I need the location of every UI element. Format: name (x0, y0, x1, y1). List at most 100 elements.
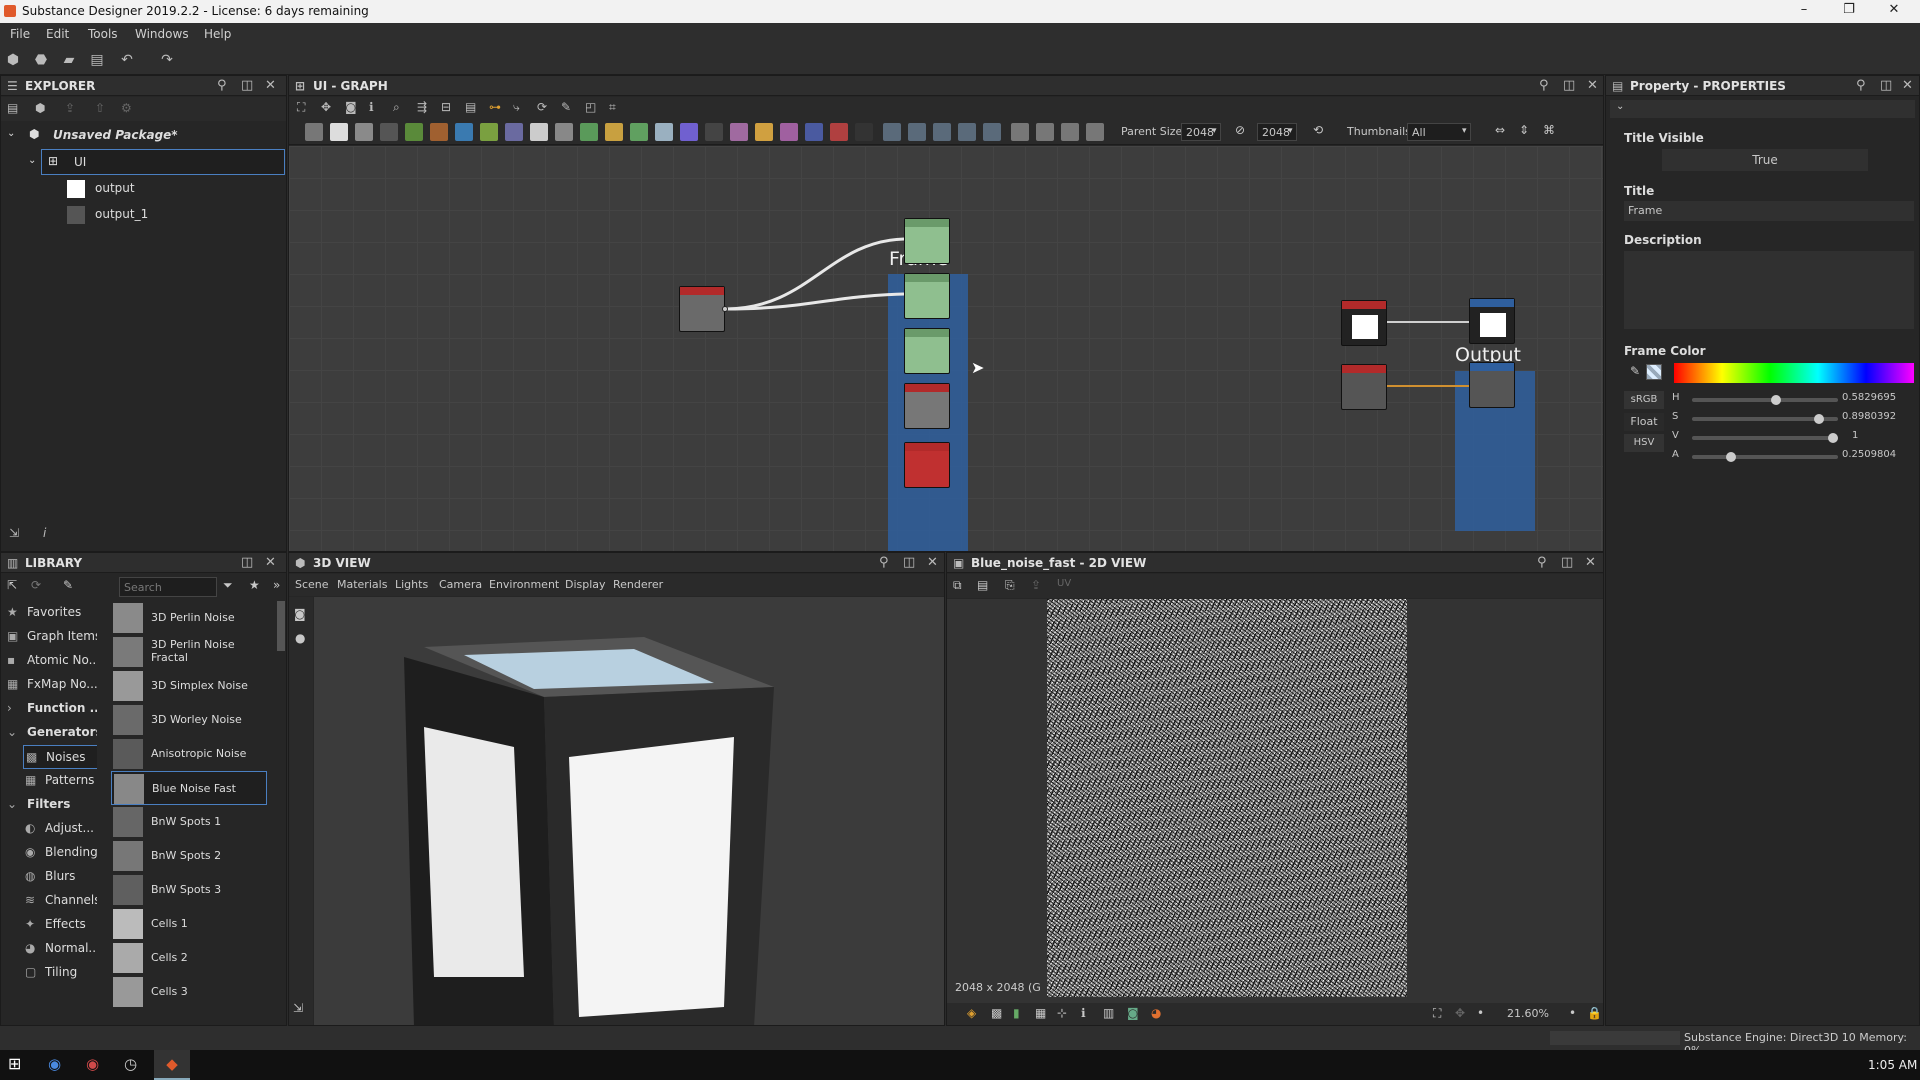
gradient-map-icon[interactable] (605, 123, 623, 141)
library-search-input[interactable]: Search (119, 577, 217, 597)
compact-icon[interactable]: ⇔ (1495, 123, 1505, 137)
menu-renderer[interactable]: Renderer (613, 578, 663, 591)
substance-taskbar-icon[interactable]: ◆ (154, 1050, 190, 1080)
channel-s-value[interactable]: 0.8980392 (1842, 411, 1896, 422)
vertical-icon[interactable]: ⇕ (1519, 123, 1529, 137)
uniform-color-node[interactable] (1341, 364, 1387, 410)
graph-canvas[interactable]: Frame Output ➤ (289, 146, 1603, 551)
rotate-icon[interactable]: ⟳ (537, 100, 547, 114)
menu-edit[interactable]: Edit (46, 27, 69, 41)
library-item[interactable]: BnW Spots 3 (111, 873, 267, 907)
library-item[interactable]: Cells 1 (111, 907, 267, 941)
blend-icon[interactable] (430, 123, 448, 141)
fxmap-icon[interactable] (908, 123, 926, 141)
levels-node-3[interactable] (904, 328, 950, 374)
output-1-node[interactable] (1469, 362, 1515, 408)
chrome-icon[interactable]: ◉ (48, 1055, 61, 1073)
warp-icon[interactable] (505, 123, 523, 141)
save-package-icon[interactable]: ▤ (7, 101, 18, 115)
curve-icon[interactable] (405, 123, 423, 141)
menu-environment[interactable]: Environment (489, 578, 559, 591)
windows-start-icon[interactable]: ⊞ (8, 1054, 21, 1073)
filter-icon[interactable]: ⏷ (223, 578, 233, 593)
shape-node[interactable] (1341, 300, 1387, 346)
library-category[interactable]: ◍ Blurs (23, 865, 97, 889)
color-icon[interactable] (680, 123, 698, 141)
close-panel-icon[interactable]: ✕ (265, 78, 276, 93)
library-item[interactable]: 3D Perlin Noise Fractal (111, 635, 267, 669)
hue-spectrum[interactable] (1674, 363, 1914, 383)
more-icon[interactable]: » (273, 578, 280, 592)
edit-icon[interactable]: ✎ (63, 578, 73, 592)
new-graph-small-icon[interactable]: ⬢ (35, 101, 45, 115)
transform-icon[interactable] (380, 123, 398, 141)
library-category[interactable]: ▣ Graph Items (5, 625, 97, 649)
library-item[interactable]: 3D Simplex Noise (111, 669, 267, 703)
library-category[interactable]: ⌄ Filters (5, 793, 95, 817)
screenshot-icon[interactable]: ◙ (345, 100, 357, 114)
snap-icon[interactable]: ⌘ (1543, 123, 1555, 137)
hsv-button[interactable]: HSV (1624, 434, 1664, 452)
blue-noise-node-2[interactable] (904, 383, 950, 429)
lock-icon[interactable]: 🔒 (1587, 1006, 1602, 1020)
channel-v-knob[interactable] (1828, 433, 1838, 443)
channel-h-knob[interactable] (1770, 395, 1781, 405)
export-node-icon[interactable] (1061, 123, 1079, 141)
export-icon[interactable]: ⇪ (65, 101, 75, 115)
tree-item-output[interactable]: output (65, 176, 285, 202)
normal-icon[interactable] (455, 123, 473, 141)
menu-tools[interactable]: Tools (88, 27, 118, 41)
menu-display[interactable]: Display (565, 578, 606, 591)
connect-icon[interactable]: ⤷ (513, 100, 520, 115)
library-category[interactable]: ≋ Channels (23, 889, 97, 913)
library-category[interactable]: ▦ Patterns (23, 769, 97, 793)
menu-file[interactable]: File (10, 27, 30, 41)
open-folder-icon[interactable]: ▰ (60, 51, 78, 69)
binary-icon[interactable] (855, 123, 873, 141)
expand-icon[interactable]: ⌄ (28, 155, 36, 166)
text-icon[interactable] (780, 123, 798, 141)
channel-v-slider[interactable] (1692, 433, 1838, 443)
reset-size-icon[interactable]: ⟲ (1313, 123, 1323, 137)
close-panel-icon[interactable]: ✕ (927, 555, 938, 570)
title-visible-toggle[interactable]: True (1662, 149, 1868, 171)
library-item[interactable]: BnW Spots 1 (111, 805, 267, 839)
library-category[interactable]: ◉ Blending (23, 841, 97, 865)
close-panel-icon[interactable]: ✕ (1902, 78, 1913, 93)
copy-icon[interactable]: ⧉ (953, 578, 962, 593)
library-category[interactable]: ★ Favorites (5, 601, 95, 625)
properties-collapse[interactable]: ⌄ (1610, 100, 1915, 118)
minimize-button[interactable]: – (1784, 2, 1824, 20)
library-item[interactable]: Cells 3 (111, 975, 267, 1009)
view2d-viewport[interactable]: 2048 x 2048 (G (947, 599, 1603, 1003)
maximize-button[interactable]: ❐ (1829, 2, 1869, 20)
share-icon[interactable]: ⇪ (1031, 578, 1041, 592)
zoom-level[interactable]: 21.60% (1507, 1007, 1549, 1020)
input-icon[interactable] (933, 123, 951, 141)
library-scrollbar[interactable] (277, 601, 285, 651)
menu-materials[interactable]: Materials (337, 578, 387, 591)
float-icon[interactable]: ◫ (241, 78, 253, 93)
save-icon[interactable]: ▤ (88, 51, 106, 69)
info-icon[interactable]: i (43, 526, 46, 540)
expand-icon[interactable]: ⌄ (7, 128, 15, 139)
settings-icon[interactable]: ⚙ (121, 101, 132, 115)
color-picker-icon[interactable]: ◙ (1127, 1006, 1139, 1020)
library-item[interactable]: 3D Perlin Noise (111, 601, 267, 635)
comment-node-icon[interactable] (1011, 123, 1029, 141)
float-icon[interactable]: ◫ (903, 555, 915, 570)
fit-icon[interactable]: ⛶ (1433, 1006, 1441, 1021)
browser-icon[interactable]: ◉ (86, 1055, 99, 1073)
tree-item-output-1[interactable]: output_1 (65, 202, 285, 228)
output-port[interactable] (722, 306, 728, 312)
redo-icon[interactable]: ↷ (158, 51, 176, 69)
pan-icon[interactable]: ✥ (1455, 1006, 1465, 1020)
search-icon[interactable]: ⌕ (393, 100, 400, 115)
color-swatch[interactable] (1646, 364, 1662, 380)
uniform-color-icon[interactable] (330, 123, 348, 141)
favorite-filter-icon[interactable]: ★ (249, 578, 260, 592)
zoom-out-icon[interactable]: • (1477, 1006, 1484, 1020)
noise-icon[interactable] (705, 123, 723, 141)
info-icon[interactable]: ℹ (1081, 1006, 1086, 1020)
pin-node-icon[interactable] (1036, 123, 1054, 141)
